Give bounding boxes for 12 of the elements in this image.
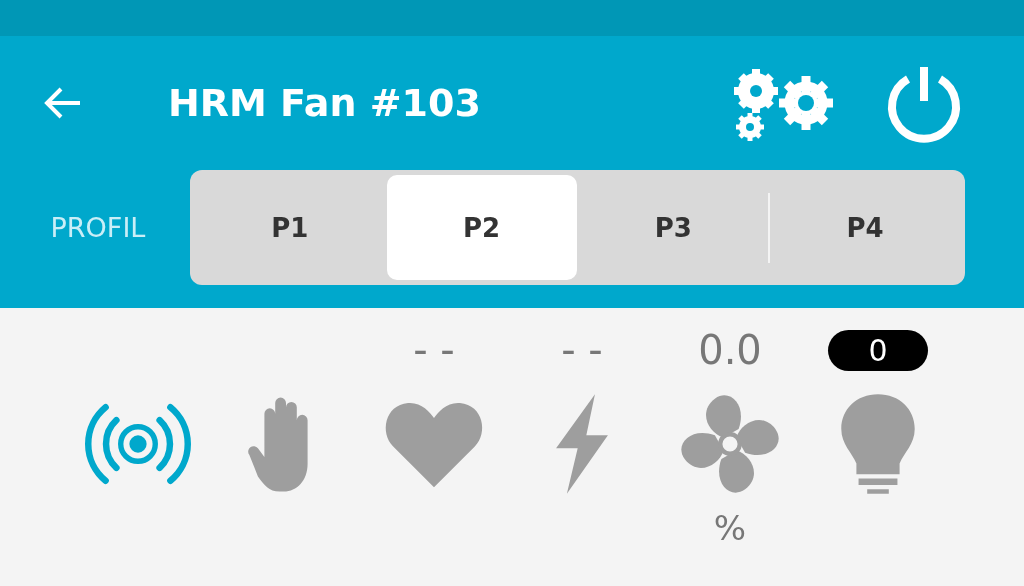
profile-tab[interactable]: P2 (386, 175, 577, 280)
reading-value: - - (413, 327, 455, 373)
profile-tab[interactable]: P4 (770, 175, 960, 280)
reading-value: - - (561, 327, 603, 373)
profile-label: PROFIL (49, 212, 147, 243)
count-badge: 0 (828, 329, 928, 371)
device-title: HRM Fan #103 (168, 81, 482, 125)
back-arrow-icon[interactable] (42, 86, 82, 120)
profile-tab[interactable]: P3 (578, 175, 769, 280)
profile-tab[interactable]: P1 (195, 175, 385, 280)
reading-value: 0.0 (698, 327, 762, 373)
unit-label: % (713, 508, 747, 548)
